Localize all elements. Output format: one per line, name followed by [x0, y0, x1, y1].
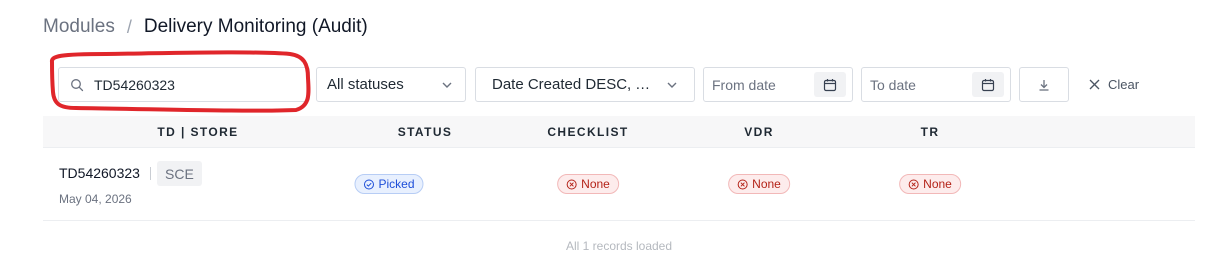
breadcrumb-modules-link[interactable]: Modules [43, 16, 115, 38]
store-badge: SCE [157, 161, 202, 186]
tr-badge-label: None [923, 177, 952, 191]
x-circle-icon [566, 179, 577, 190]
table-row[interactable]: TD54260323 SCE May 04, 2026 Picked None … [43, 149, 1195, 221]
to-date-input[interactable] [870, 76, 960, 93]
table-header: TD | STORE STATUS CHECKLIST VDR TR [43, 116, 1195, 148]
clear-button[interactable]: Clear [1089, 67, 1139, 102]
search-icon [70, 78, 84, 92]
column-header-tr[interactable]: TR [921, 125, 940, 139]
row-date: May 04, 2026 [59, 192, 132, 206]
status-badge: Picked [354, 174, 424, 194]
close-icon [1089, 79, 1100, 90]
page-title: Delivery Monitoring (Audit) [143, 16, 368, 37]
vdr-badge: None [728, 174, 790, 194]
calendar-icon[interactable] [972, 72, 1004, 97]
tr-badge: None [899, 174, 961, 194]
td-number[interactable]: TD54260323 [59, 165, 140, 181]
from-date-input[interactable] [712, 76, 802, 93]
clear-button-label: Clear [1108, 77, 1140, 92]
x-circle-icon [737, 179, 748, 190]
calendar-icon[interactable] [814, 72, 846, 97]
x-circle-icon [908, 179, 919, 190]
status-badge-label: Picked [378, 177, 415, 191]
breadcrumb-separator: / [126, 16, 132, 37]
download-button[interactable] [1019, 67, 1069, 102]
breadcrumb: Modules / Delivery Monitoring (Audit) [43, 16, 368, 38]
checklist-badge-label: None [581, 177, 610, 191]
search-input[interactable]: TD54260323 [58, 67, 310, 102]
check-circle-icon [363, 179, 374, 190]
search-input-value: TD54260323 [94, 76, 175, 93]
chevron-down-icon [666, 79, 678, 91]
to-date-field[interactable] [861, 67, 1011, 102]
status-filter-select[interactable]: All statuses [316, 67, 466, 102]
page: Modules / Delivery Monitoring (Audit) TD… [0, 0, 1221, 260]
status-filter-value: All statuses [327, 76, 404, 93]
vdr-badge-label: None [752, 177, 781, 191]
column-header-td-store[interactable]: TD | STORE [157, 125, 238, 139]
sort-select-value: Date Created DESC, T... [492, 76, 652, 93]
records-loaded-text: All 1 records loaded [565, 239, 673, 253]
td-store-divider [150, 167, 151, 180]
checklist-badge: None [557, 174, 619, 194]
column-header-status[interactable]: STATUS [398, 125, 453, 139]
download-icon [1037, 78, 1051, 92]
sort-select[interactable]: Date Created DESC, T... [475, 67, 695, 102]
column-header-checklist[interactable]: CHECKLIST [547, 125, 628, 139]
from-date-field[interactable] [703, 67, 853, 102]
chevron-down-icon [441, 79, 453, 91]
column-header-vdr[interactable]: VDR [744, 125, 774, 139]
